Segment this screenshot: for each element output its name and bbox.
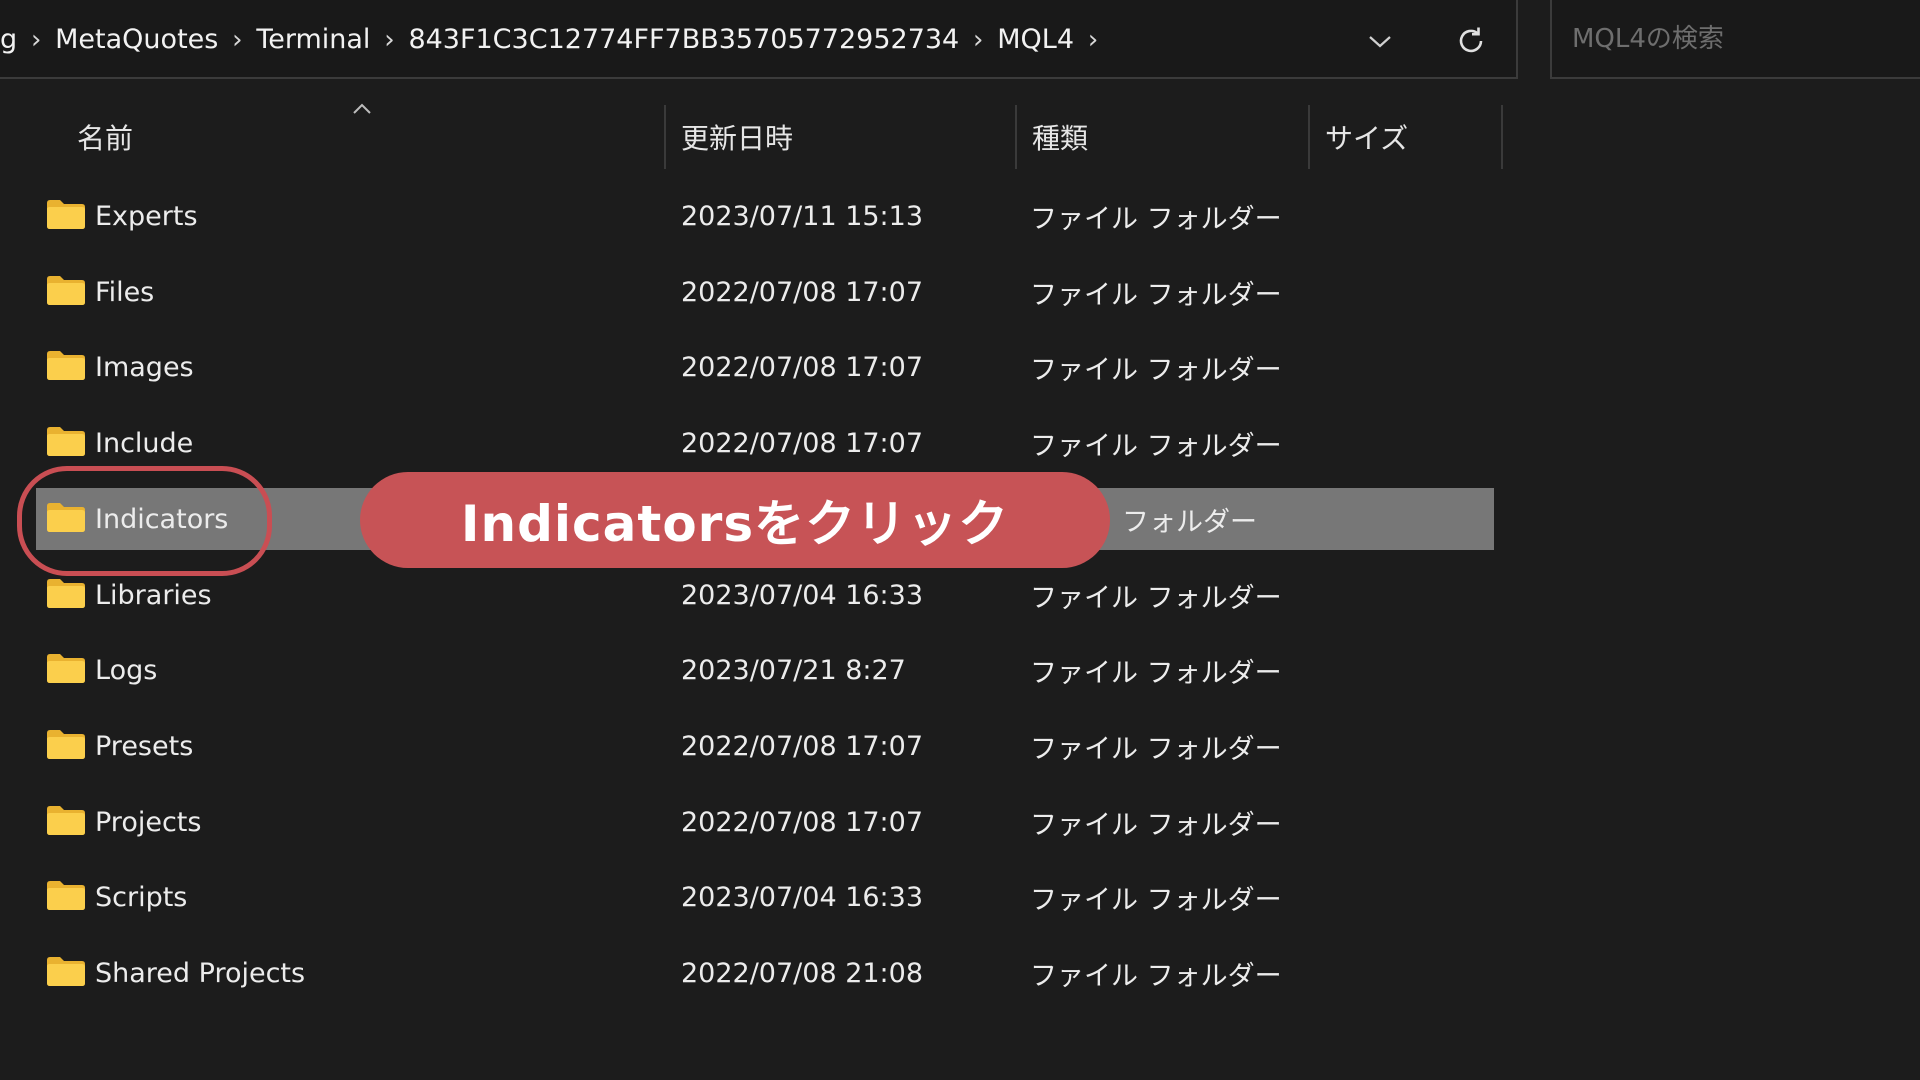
table-row[interactable]: Scripts 2023/07/04 16:33 ファイル フォルダー <box>36 866 1494 928</box>
file-date-modified: 2023/07/04 16:33 <box>681 564 923 626</box>
column-divider[interactable] <box>1308 105 1310 169</box>
table-row[interactable]: Include 2022/07/08 17:07 ファイル フォルダー <box>36 412 1494 474</box>
breadcrumb-item-mql4[interactable]: MQL4 <box>991 24 1080 55</box>
file-name[interactable]: Scripts <box>95 866 187 928</box>
column-divider[interactable] <box>664 105 666 169</box>
address-history-dropdown-button[interactable] <box>1358 20 1402 64</box>
refresh-button[interactable] <box>1448 18 1494 64</box>
file-type: ファイル フォルダー <box>1030 639 1282 701</box>
sort-ascending-icon[interactable] <box>350 100 374 116</box>
instruction-callout: Indicatorsをクリック <box>360 472 1110 568</box>
column-header-size[interactable]: サイズ <box>1325 105 1408 169</box>
file-name[interactable]: Presets <box>95 715 193 777</box>
table-row[interactable]: Shared Projects 2022/07/08 21:08 ファイル フォルダ… <box>36 942 1494 1004</box>
breadcrumb-item-terminal[interactable]: Terminal <box>250 24 376 55</box>
file-date-modified: 2022/07/08 17:07 <box>681 791 923 853</box>
table-row[interactable]: Images 2022/07/08 17:07 ファイル フォルダー <box>36 336 1494 398</box>
file-type: ファイル フォルダー <box>1030 942 1282 1004</box>
file-type: ファイル フォルダー <box>1030 336 1282 398</box>
file-name[interactable]: Files <box>95 261 154 323</box>
folder-icon <box>46 955 86 987</box>
folder-icon <box>46 349 86 381</box>
file-name[interactable]: Logs <box>95 639 157 701</box>
column-header-row: 名前 更新日時 種類 サイズ <box>0 105 1510 169</box>
folder-icon <box>46 425 86 457</box>
chevron-right-icon[interactable]: › <box>376 25 402 55</box>
column-header-name[interactable]: 名前 <box>77 105 133 169</box>
file-type: ファイル フォルダー <box>1030 185 1282 247</box>
folder-icon <box>46 728 86 760</box>
folder-icon <box>46 652 86 684</box>
chevron-right-icon[interactable]: › <box>224 25 250 55</box>
file-date-modified: 2023/07/04 16:33 <box>681 866 923 928</box>
breadcrumb-item-metaquotes[interactable]: MetaQuotes <box>49 24 224 55</box>
file-date-modified: 2022/07/08 21:08 <box>681 942 923 1004</box>
file-type: ファイル フォルダー <box>1030 412 1282 474</box>
file-name[interactable]: Include <box>95 412 193 474</box>
breadcrumb-item-g[interactable]: g <box>0 24 23 55</box>
table-row[interactable]: Files 2022/07/08 17:07 ファイル フォルダー <box>36 261 1494 323</box>
refresh-icon <box>1455 25 1487 57</box>
file-type: ファイル フォルダー <box>1030 866 1282 928</box>
column-divider[interactable] <box>1015 105 1017 169</box>
file-type: ファイル フォルダー <box>1030 715 1282 777</box>
table-row[interactable]: Libraries2023/07/04 16:33ファイル フォルダー <box>36 564 1494 626</box>
file-type: ファイル フォルダー <box>1030 564 1282 626</box>
file-name[interactable]: Experts <box>95 185 198 247</box>
highlight-ring <box>17 466 272 576</box>
file-type: フォルダー <box>1122 488 1257 550</box>
chevron-right-icon[interactable]: › <box>23 25 49 55</box>
search-box[interactable] <box>1550 0 1920 79</box>
file-date-modified: 2023/07/21 8:27 <box>681 639 906 701</box>
folder-icon <box>46 804 86 836</box>
file-date-modified: 2022/07/08 17:07 <box>681 412 923 474</box>
folder-icon <box>46 198 86 230</box>
file-type: ファイル フォルダー <box>1030 791 1282 853</box>
breadcrumb-item-terminal-id[interactable]: 843F1C3C12774FF7BB35705772952734 <box>402 24 965 55</box>
chevron-right-icon[interactable]: › <box>965 25 991 55</box>
file-name[interactable]: Shared Projects <box>95 942 305 1004</box>
folder-icon <box>46 274 86 306</box>
file-type: ファイル フォルダー <box>1030 261 1282 323</box>
search-input[interactable] <box>1552 0 1920 77</box>
column-divider[interactable] <box>1501 105 1503 169</box>
address-bar[interactable]: g › MetaQuotes › Terminal › 843F1C3C1277… <box>0 0 1518 79</box>
file-date-modified: 2022/07/08 17:07 <box>681 336 923 398</box>
folder-icon <box>46 577 86 609</box>
file-name[interactable]: Projects <box>95 791 201 853</box>
table-row[interactable]: Experts 2023/07/11 15:13 ファイル フォルダー <box>36 185 1494 247</box>
table-row[interactable]: Logs 2023/07/21 8:27 ファイル フォルダー <box>36 639 1494 701</box>
file-date-modified: 2022/07/08 17:07 <box>681 261 923 323</box>
file-name[interactable]: Images <box>95 336 194 398</box>
chevron-down-icon <box>1368 35 1392 49</box>
table-row[interactable]: Presets 2022/07/08 17:07 ファイル フォルダー <box>36 715 1494 777</box>
file-date-modified: 2023/07/11 15:13 <box>681 185 923 247</box>
table-row[interactable]: Projects 2022/07/08 17:07 ファイル フォルダー <box>36 791 1494 853</box>
column-header-type[interactable]: 種類 <box>1032 105 1088 169</box>
folder-icon <box>46 879 86 911</box>
chevron-right-icon[interactable]: › <box>1080 25 1106 55</box>
breadcrumb: g › MetaQuotes › Terminal › 843F1C3C1277… <box>0 0 1106 79</box>
file-date-modified: 2022/07/08 17:07 <box>681 715 923 777</box>
column-header-date[interactable]: 更新日時 <box>681 105 793 169</box>
